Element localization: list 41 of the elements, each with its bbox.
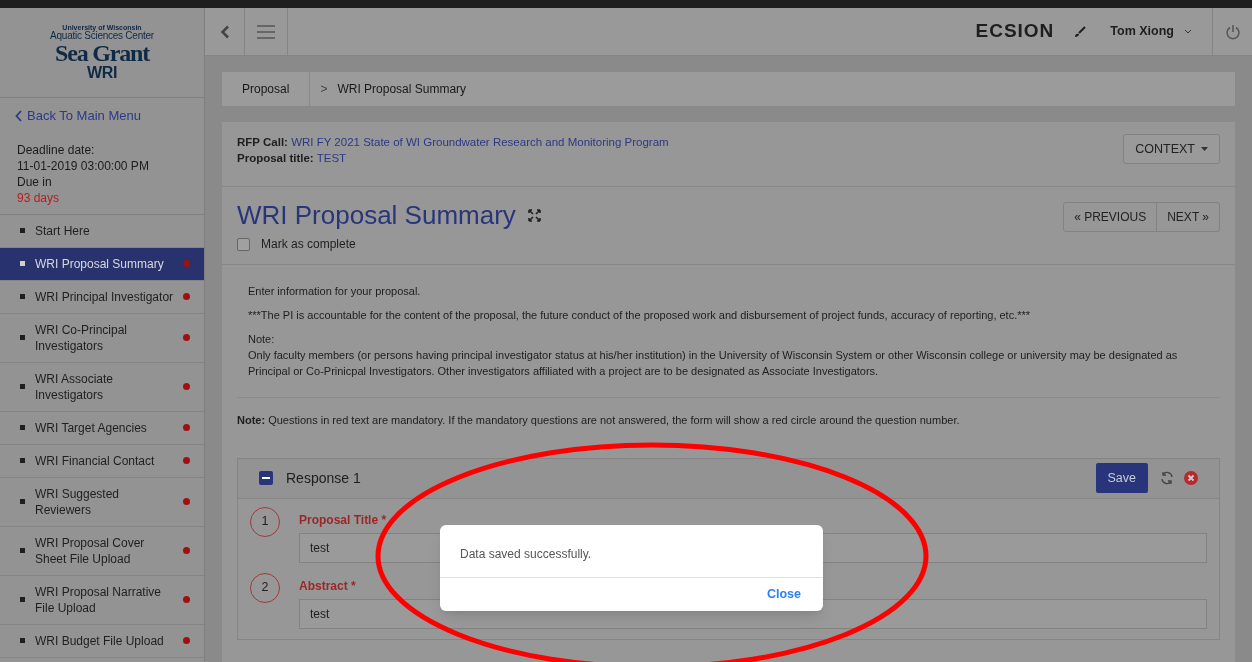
sidebar-item[interactable]: WRI Budget File Upload [0, 624, 204, 658]
back-link[interactable]: Back To Main Menu [0, 98, 156, 126]
sidebar-item[interactable]: WRI Co-Principal Investigators [0, 313, 204, 363]
due-label: Due in [17, 173, 53, 190]
logo-text: WRI [87, 65, 117, 81]
question-label: Abstract * [299, 577, 356, 595]
sidebar-item[interactable]: WRI Target Agencies [0, 411, 204, 445]
page-title: WRI Proposal Summary [237, 199, 516, 231]
intro-text: Enter information for your proposal. [248, 284, 422, 299]
intro-text: ***The PI is accountable for the content of the proposal, the future conduct of the proposed work and disbursement of project funds, accuracy of reporting, etc.*** [248, 308, 1032, 323]
deadline-date: 11-01-2019 03:00:00 PM [17, 157, 150, 174]
sidebar-item[interactable]: WRI Principal Investigator [0, 280, 204, 314]
checkbox-label: Mark as complete [261, 236, 356, 253]
dialog-message: Data saved successfully. [459, 546, 593, 563]
response-title: Response 1 [286, 468, 362, 488]
breadcrumb-link[interactable]: Proposal [222, 72, 311, 106]
user-menu[interactable]: Tom Xiong [1110, 22, 1192, 41]
sidebar-item[interactable]: WRI Proposal Summary [0, 247, 204, 281]
days-remaining: 93 days [17, 189, 61, 206]
save-button[interactable]: Save [1095, 463, 1148, 493]
question-label: Proposal Title * [299, 511, 387, 529]
sidebar-item[interactable]: WRI Associate Investigators [0, 362, 204, 412]
brand-logo: ECSION [975, 19, 1055, 44]
sidebar-item[interactable]: WRI Proposal Narrative File Upload [0, 575, 204, 625]
previous-button[interactable]: « PREVIOUS [1064, 203, 1158, 231]
logo-title: Sea Grant [55, 41, 149, 65]
proposal-title: Proposal title: TEST [237, 151, 348, 166]
logo-text: Aquatic Sciences Center [50, 31, 154, 41]
intro-text: Note: [248, 332, 276, 347]
next-button[interactable]: NEXT » [1157, 203, 1219, 231]
sidebar-item[interactable]: WRI Suggested Reviewers [0, 477, 204, 527]
context-button[interactable]: CONTEXT [1123, 134, 1220, 164]
breadcrumb-separator: > [319, 81, 329, 98]
sidebar-item[interactable]: WRI Financial Contact [0, 444, 204, 478]
rfp-call: RFP Call: WRI FY 2021 State of WI Groundwater Research and Monitoring Program [237, 135, 669, 150]
breadcrumb-current: WRI Proposal Summary [337, 81, 467, 98]
sidebar-item[interactable]: WRI Proposal Cover Sheet File Upload [0, 526, 204, 576]
intro-text: Only faculty members (or persons having principal investigator status at his/her institution) in the University of Wisconsin System or other Wisconsin college or university may be designated as Principal or Co-Prinicpal Investigators. Other investigators affiliated with a project are to be designated as Associate Investigators. [248, 348, 1179, 379]
deadline-label: Deadline date: [17, 141, 96, 158]
sidebar-item[interactable]: Start Here [0, 214, 204, 248]
mandatory-note: Note: Questions in red text are mandatory. If the mandatory questions are not answered, the form will show a red circle around the question number. [237, 413, 961, 428]
